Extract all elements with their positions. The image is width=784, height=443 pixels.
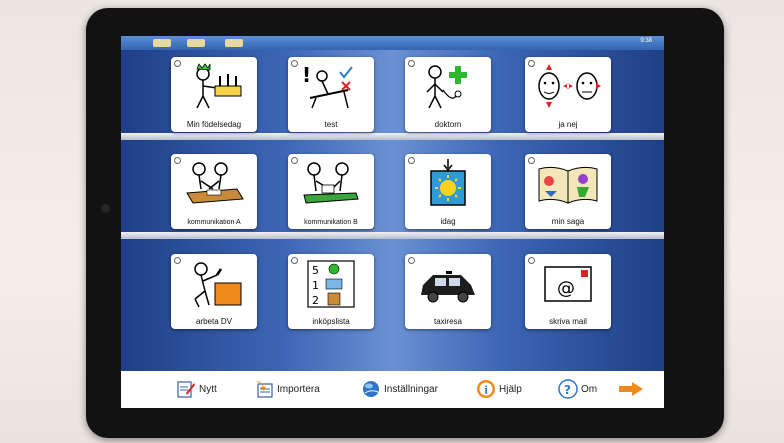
- email-icon: @: [525, 258, 611, 310]
- cell-label: taxiresa: [433, 317, 462, 326]
- info-icon: i: [477, 380, 495, 398]
- yes-no-faces-icon: [525, 61, 611, 113]
- shelf-divider: [121, 232, 664, 239]
- board-cell-min-saga[interactable]: min saga: [525, 154, 611, 229]
- cell-label: kommunikation B: [304, 219, 358, 226]
- cell-label: Min födelsedag: [186, 120, 242, 129]
- board-cell-min-fodelsedag[interactable]: Min födelsedag: [171, 57, 257, 132]
- import-button[interactable]: Importera: [254, 377, 320, 401]
- svg-text:1: 1: [312, 279, 319, 292]
- status-bar: 9:38: [121, 36, 664, 50]
- shelf-divider: [121, 133, 664, 140]
- svg-text:5: 5: [312, 264, 319, 277]
- about-button[interactable]: ? Om: [558, 377, 597, 401]
- cell-label: arbeta DV: [195, 317, 233, 326]
- about-label: Om: [581, 383, 598, 395]
- settings-label: Inställningar: [384, 383, 438, 395]
- svg-text:i: i: [484, 386, 488, 397]
- new-document-icon: [177, 381, 195, 398]
- help-label: Hjälp: [499, 383, 522, 395]
- communication-b-icon: [288, 158, 374, 210]
- svg-text:@: @: [557, 278, 575, 299]
- cell-label: kommunikation A: [187, 219, 241, 226]
- taxi-icon: [405, 258, 491, 310]
- bottom-toolbar: Nytt Importera Inställningar i Hjälp ? O…: [121, 371, 664, 408]
- board-cell-inkopslista[interactable]: 5 1 2 inköpslista: [288, 254, 374, 329]
- board-cell-test[interactable]: ! test: [288, 57, 374, 132]
- import-icon: [255, 380, 273, 398]
- folder-icon[interactable]: [153, 39, 171, 47]
- front-camera: [101, 204, 110, 213]
- birthday-cake-icon: [171, 61, 257, 113]
- app-screen: 9:38 Min födelsedag ! test doktorn ja ne…: [121, 36, 664, 408]
- shopping-list-icon: 5 1 2: [288, 258, 374, 310]
- board-cell-arbeta-dv[interactable]: arbeta DV: [171, 254, 257, 329]
- folder-icon[interactable]: [225, 39, 243, 47]
- help-button[interactable]: i Hjälp: [476, 377, 522, 401]
- symbol-board: Min födelsedag ! test doktorn ja nej kom…: [121, 50, 664, 371]
- board-cell-kommunikation-b[interactable]: kommunikation B: [288, 154, 374, 229]
- sun-today-icon: [405, 158, 491, 210]
- question-icon: ?: [558, 379, 578, 399]
- new-label: Nytt: [199, 383, 217, 395]
- cell-label: ja nej: [558, 120, 578, 129]
- board-cell-doktorn[interactable]: doktorn: [405, 57, 491, 132]
- settings-button[interactable]: Inställningar: [361, 377, 438, 401]
- new-button[interactable]: Nytt: [176, 377, 217, 401]
- import-label: Importera: [277, 383, 320, 395]
- communication-a-icon: [171, 158, 257, 210]
- cell-label: skriva mail: [549, 317, 587, 326]
- cell-label: idag: [440, 217, 456, 226]
- svg-text:2: 2: [312, 294, 319, 307]
- settings-globe-icon: [363, 381, 379, 397]
- status-time: 9:38: [640, 38, 652, 44]
- arrow-right-icon[interactable]: [618, 381, 644, 397]
- svg-text:!: !: [302, 63, 311, 87]
- board-cell-idag[interactable]: idag: [405, 154, 491, 229]
- work-icon: [171, 258, 257, 310]
- board-cell-skriva-mail[interactable]: @ skriva mail: [525, 254, 611, 329]
- board-cell-taxiresa[interactable]: taxiresa: [405, 254, 491, 329]
- cell-label: doktorn: [434, 120, 462, 129]
- svg-text:?: ?: [564, 383, 571, 397]
- test-icon: !: [288, 61, 374, 113]
- folder-icon[interactable]: [187, 39, 205, 47]
- board-cell-ja-nej[interactable]: ja nej: [525, 57, 611, 132]
- cell-label: min saga: [551, 217, 585, 226]
- cell-label: inköpslista: [312, 317, 350, 326]
- storybook-icon: [525, 158, 611, 210]
- doctor-icon: [405, 61, 491, 113]
- cell-label: test: [324, 120, 338, 129]
- board-cell-kommunikation-a[interactable]: kommunikation A: [171, 154, 257, 229]
